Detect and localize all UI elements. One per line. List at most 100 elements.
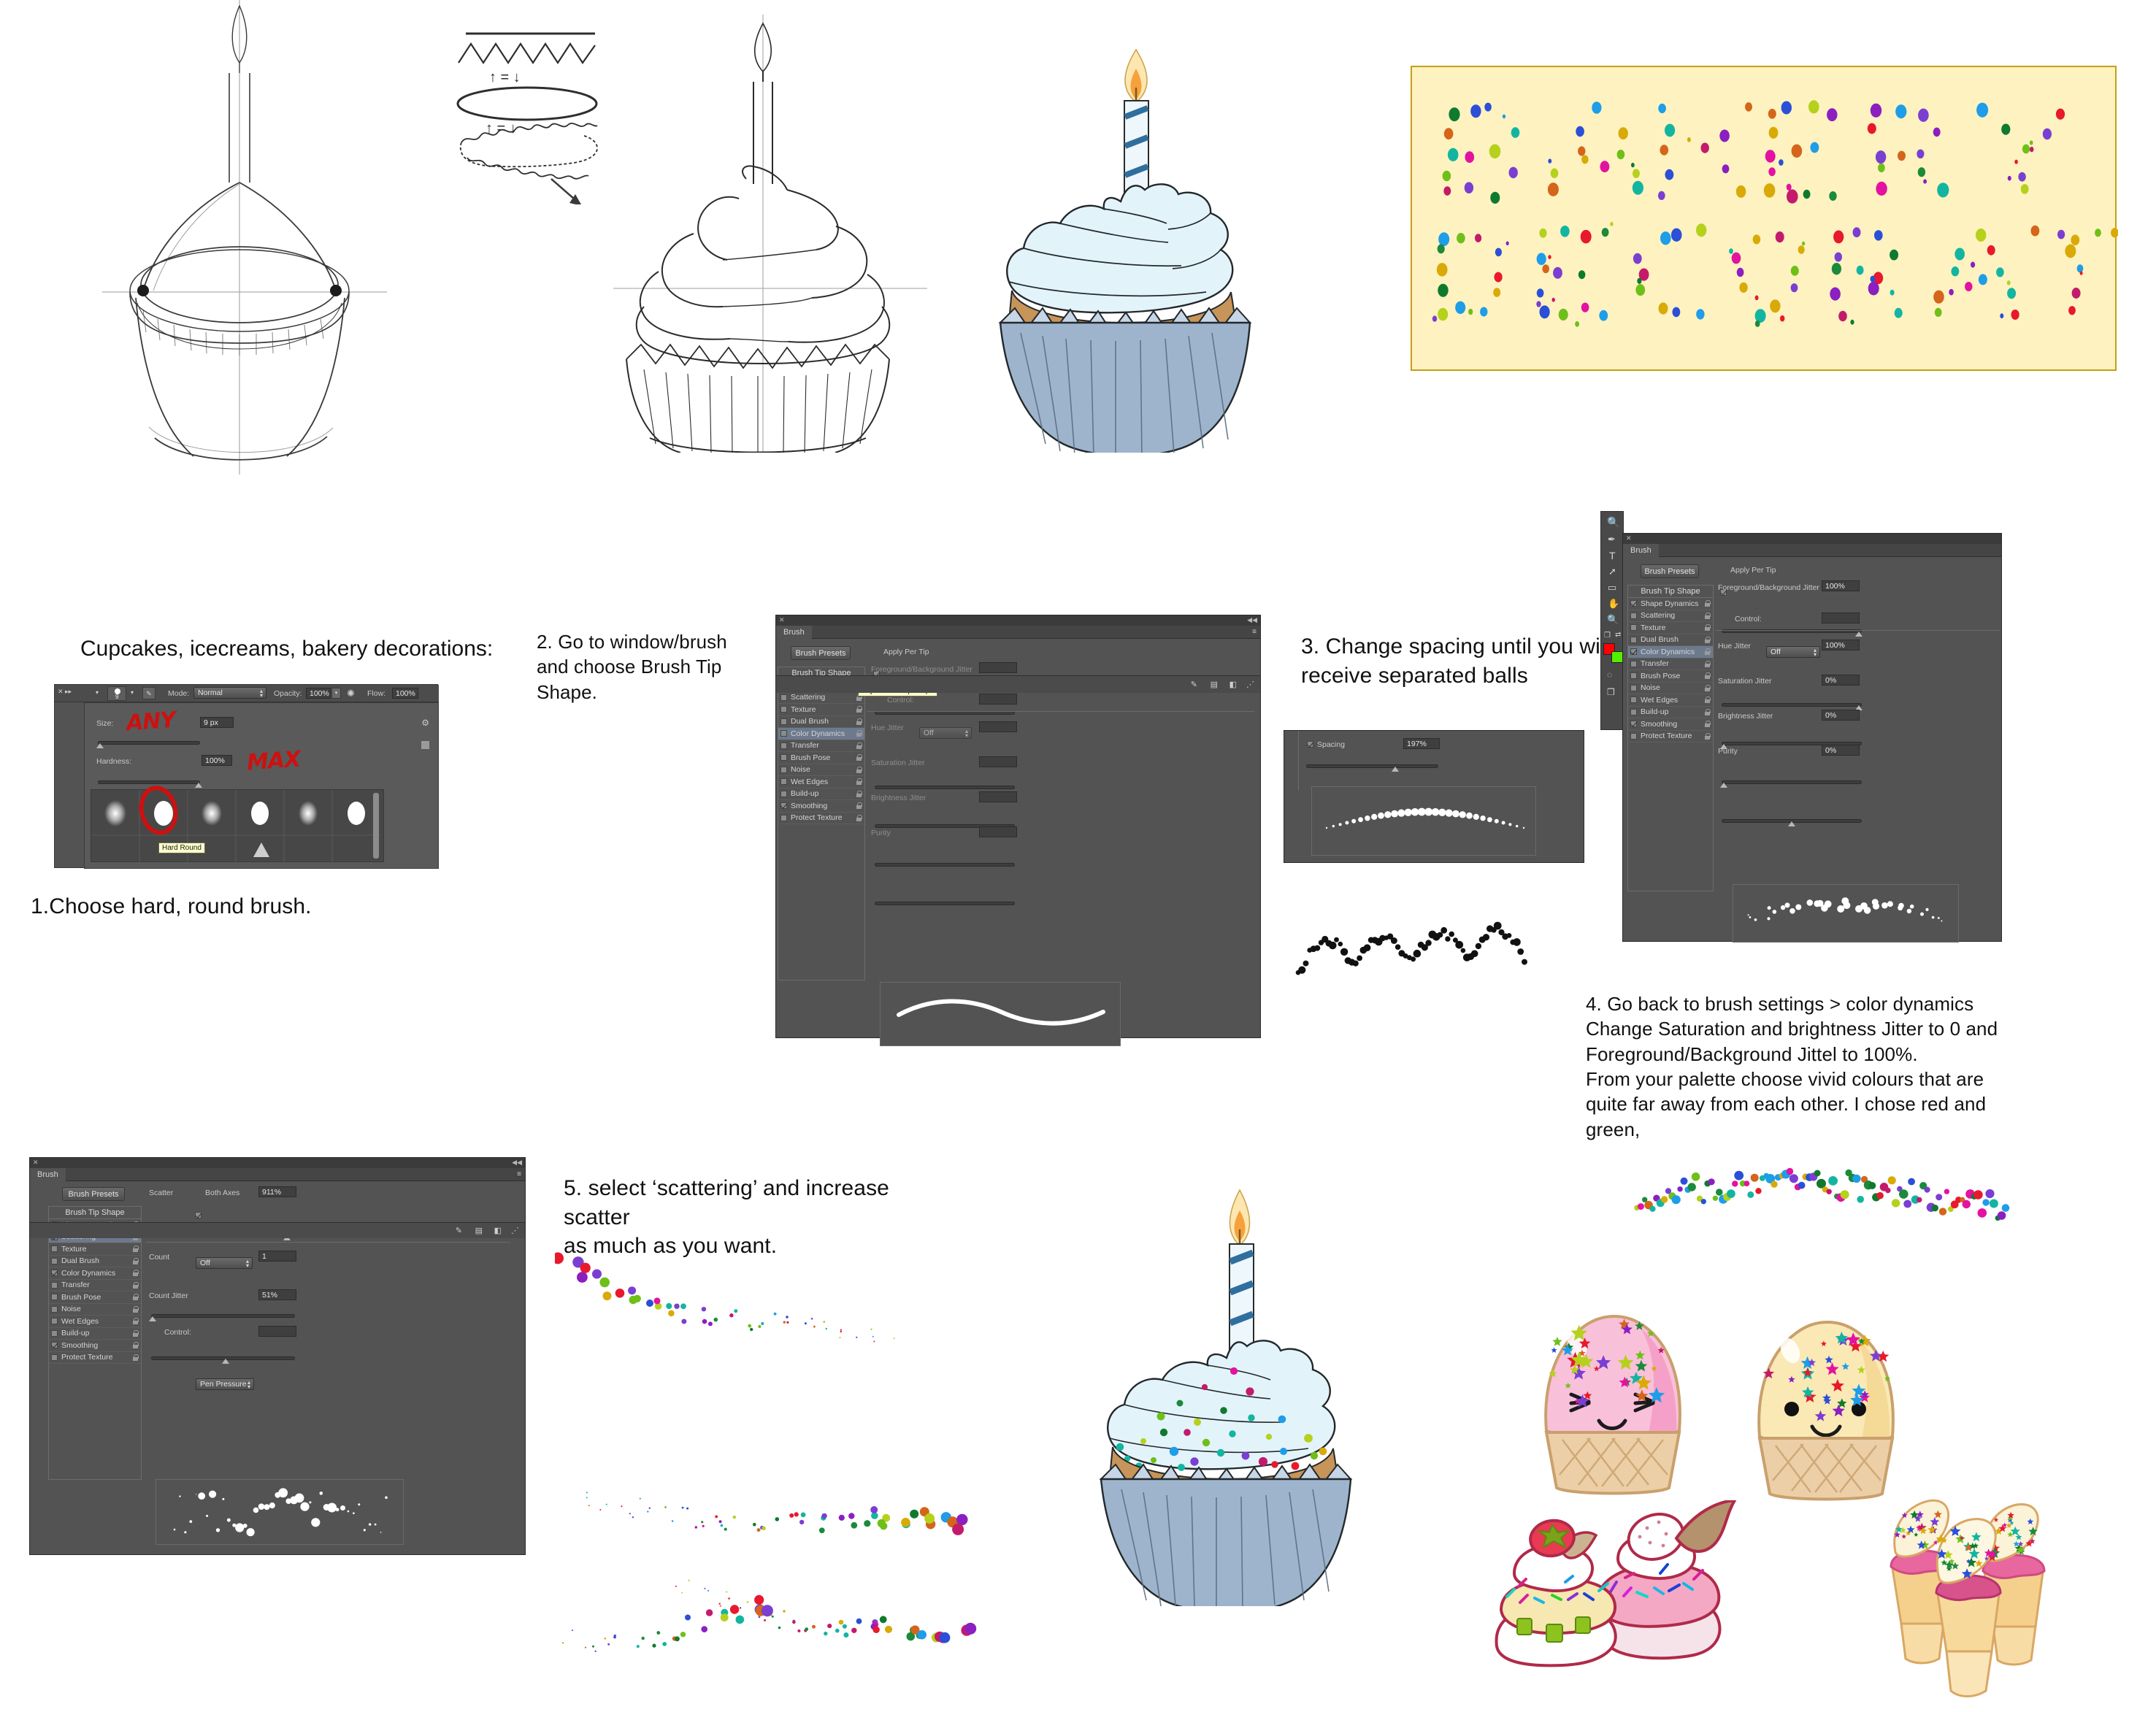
saturation-jitter-value[interactable]: 0% — [1822, 675, 1860, 686]
checkbox[interactable] — [780, 802, 787, 810]
delete-brush-icon[interactable]: ⋰ — [1246, 680, 1254, 689]
panel-tabbar[interactable]: Brush ≡ — [30, 1168, 525, 1181]
brush-option-rows[interactable]: Shape DynamicsScatteringTextureDual Brus… — [49, 1219, 141, 1364]
brush-option-brush-pose[interactable]: Brush Pose — [49, 1291, 141, 1304]
brush-option-build-up[interactable]: Build-up — [1628, 707, 1713, 718]
brush-option-brush-pose[interactable]: Brush Pose — [1628, 670, 1713, 683]
brush-option-rows[interactable]: Shape DynamicsScatteringTextureDual Brus… — [778, 680, 864, 824]
options-bar[interactable]: ✕ ▸▸ ▾ 9 ▾ ✎ Mode: Normal ▴ ▾ Opacity: 10… — [55, 685, 439, 702]
default-colors-icon[interactable]: ❐ — [1604, 632, 1611, 640]
checkbox[interactable] — [1630, 732, 1637, 740]
spacing-checkbox[interactable] — [1307, 741, 1313, 748]
tab-brush[interactable]: Brush — [30, 1168, 66, 1181]
lock-icon[interactable] — [1705, 672, 1711, 679]
checkbox[interactable] — [1630, 696, 1637, 704]
spacing-value[interactable]: 197% — [1403, 738, 1440, 749]
checkbox[interactable] — [1630, 684, 1637, 691]
spacing-slider[interactable] — [1306, 764, 1438, 772]
count-control-select[interactable]: Pen Pressure ▴ ▾ — [196, 1378, 254, 1390]
lock-icon[interactable] — [133, 1329, 139, 1337]
lock-icon[interactable] — [856, 790, 862, 797]
fg-bg-jitter-thumb[interactable] — [1855, 632, 1862, 637]
toggle-brush-icon[interactable]: ✎ — [1191, 680, 1197, 689]
brush-panel-scattering[interactable]: ✕ ◀◀ Brush ≡ Brush Presets Brush Tip Sha… — [29, 1157, 526, 1555]
gear-icon[interactable]: ⚙ — [421, 718, 429, 728]
checkbox[interactable] — [51, 1294, 58, 1301]
brush-presets-icon[interactable]: ▤ — [1211, 680, 1218, 689]
new-brush-icon[interactable]: ◧ — [1229, 680, 1237, 689]
checkbox[interactable] — [51, 1281, 58, 1289]
brush-option-protect-texture[interactable]: Protect Texture — [778, 813, 864, 824]
tool-preset-icon[interactable]: ✕ ▸▸ — [58, 688, 72, 696]
hand-tool-icon[interactable]: ✋ — [1608, 598, 1619, 610]
brush-option-smoothing[interactable]: Smoothing — [778, 800, 864, 813]
purity-value[interactable]: 0% — [1822, 745, 1860, 756]
checkbox[interactable] — [780, 754, 787, 761]
purity-slider[interactable] — [1722, 819, 1862, 826]
brush-option-color-dynamics[interactable]: Color Dynamics — [1628, 646, 1713, 659]
opacity-value[interactable]: 100% — [306, 688, 331, 699]
brush-option-smoothing[interactable]: Smoothing — [1628, 718, 1713, 731]
hardness-value[interactable]: 100% — [202, 755, 232, 766]
panel-titlebar[interactable]: ✕ — [1623, 534, 2001, 544]
spacing-panel[interactable]: Spacing 197% — [1284, 730, 1584, 863]
new-preset-icon[interactable] — [421, 741, 429, 749]
checkbox[interactable] — [51, 1257, 58, 1264]
checkbox[interactable] — [51, 1245, 58, 1253]
brush-options-list[interactable]: Brush Tip Shape Shape DynamicsScattering… — [48, 1206, 142, 1480]
purity-thumb[interactable] — [1788, 821, 1795, 826]
lock-icon[interactable] — [856, 766, 862, 773]
lock-icon[interactable] — [133, 1318, 139, 1324]
count-slider-thumb[interactable] — [149, 1316, 156, 1321]
background-color-swatch[interactable] — [1611, 651, 1623, 663]
lock-icon[interactable] — [1705, 721, 1711, 727]
scatter-control-select[interactable]: Off ▴ ▾ — [196, 1257, 253, 1269]
brush-option-texture[interactable]: Texture — [1628, 622, 1713, 634]
checkbox[interactable] — [780, 790, 787, 797]
checkbox[interactable] — [51, 1270, 58, 1277]
brush-preset-chevron-icon[interactable]: ▾ — [96, 689, 99, 696]
brush-swatch-grid[interactable]: Hard Round — [91, 782, 384, 863]
checkbox[interactable] — [51, 1342, 58, 1349]
brush-option-color-dynamics[interactable]: Color Dynamics — [778, 728, 864, 740]
brush-option-wet-edges[interactable]: Wet Edges — [49, 1316, 141, 1328]
count-jitter-value[interactable]: 51% — [258, 1289, 296, 1300]
path-select-tool-icon[interactable]: ➚ — [1608, 566, 1616, 577]
mode-select[interactable]: Normal ▴ ▾ — [193, 687, 266, 699]
brush-option-noise[interactable]: Noise — [49, 1304, 141, 1316]
fg-bg-jitter-value[interactable] — [979, 662, 1017, 673]
lock-icon[interactable] — [1705, 600, 1711, 607]
checkbox[interactable] — [780, 778, 787, 786]
brush-option-scattering[interactable]: Scattering — [778, 692, 864, 704]
brush-option-dual-brush[interactable]: Dual Brush — [778, 716, 864, 728]
lock-icon[interactable] — [1705, 696, 1711, 703]
count-jitter-thumb[interactable] — [222, 1359, 229, 1364]
checkbox[interactable] — [1630, 600, 1637, 607]
checkbox[interactable] — [780, 718, 787, 725]
panel-titlebar[interactable]: ✕ ◀◀ — [776, 615, 1260, 626]
checkbox[interactable] — [1630, 660, 1637, 667]
screen-mode-icon[interactable]: ❒ — [1607, 687, 1615, 697]
close-icon[interactable]: ✕ — [1626, 534, 1632, 542]
brush-option-dual-brush[interactable]: Dual Brush — [1628, 634, 1713, 646]
brush-tip-shape-header[interactable]: Brush Tip Shape — [1628, 586, 1713, 598]
brush-options-list[interactable]: Brush Tip Shape Shape DynamicsScattering… — [1627, 585, 1714, 891]
tab-brush[interactable]: Brush — [1623, 544, 1659, 557]
size-slider[interactable] — [96, 741, 200, 748]
lock-icon[interactable] — [1705, 708, 1711, 715]
delete-brush-icon[interactable]: ⋰ — [511, 1226, 519, 1235]
lock-icon[interactable] — [133, 1305, 139, 1313]
brightness-jitter-thumb[interactable] — [1720, 783, 1727, 788]
spacing-slider-thumb[interactable] — [1392, 767, 1399, 772]
lock-icon[interactable] — [133, 1294, 139, 1300]
panel-menu-icon[interactable]: ≡ — [1252, 628, 1257, 636]
lock-icon[interactable] — [856, 742, 862, 749]
size-value[interactable]: 9 px — [200, 717, 234, 728]
brush-presets-button[interactable]: Brush Presets — [1641, 564, 1699, 578]
checkbox[interactable] — [1630, 672, 1637, 680]
lock-icon[interactable] — [133, 1354, 139, 1361]
brightness-jitter-slider[interactable] — [875, 863, 1015, 867]
lock-icon[interactable] — [1705, 732, 1711, 740]
count-slider[interactable] — [149, 1314, 295, 1321]
lock-icon[interactable] — [856, 706, 862, 713]
